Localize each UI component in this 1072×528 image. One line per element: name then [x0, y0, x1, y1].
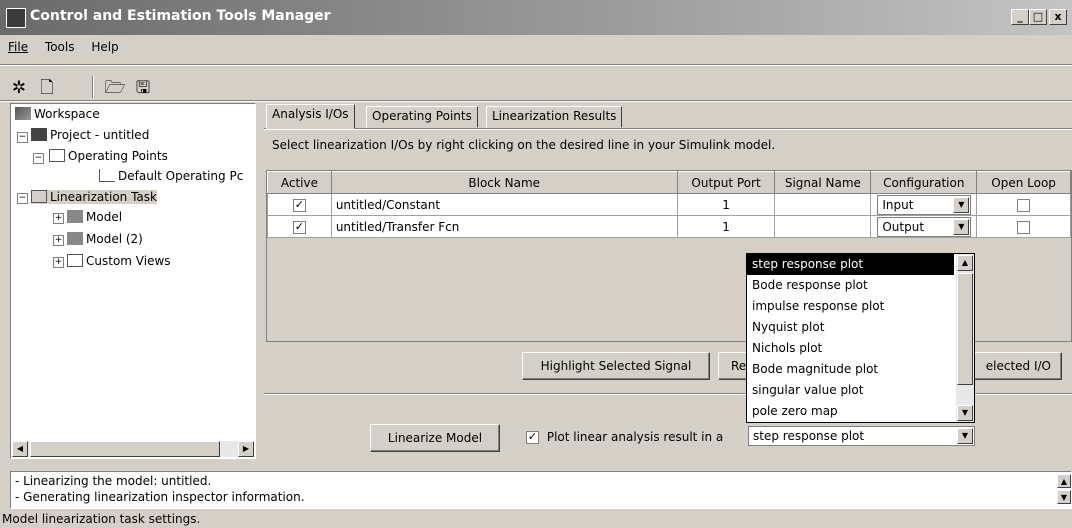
- collapse-icon[interactable]: −: [33, 153, 44, 164]
- tab-analysis-ios[interactable]: Analysis I/Os: [266, 104, 355, 129]
- title-bar: Control and Estimation Tools Manager _ □…: [0, 0, 1072, 35]
- task-icon: [31, 190, 47, 203]
- dropdown-option[interactable]: impulse response plot: [747, 296, 954, 317]
- dropdown-option[interactable]: Bode response plot: [747, 275, 954, 296]
- table-row[interactable]: ✓ untitled/Transfer Fcn 1 Output ▼: [267, 215, 1071, 238]
- tree-item-project[interactable]: Project - untitled: [31, 128, 149, 142]
- menu-file[interactable]: File: [3, 37, 33, 54]
- close-button[interactable]: x: [1049, 9, 1067, 25]
- minimize-button[interactable]: _: [1011, 9, 1029, 25]
- block-name-cell: untitled/Transfer Fcn: [330, 215, 678, 238]
- scroll-thumb[interactable]: [30, 441, 220, 457]
- clipboard-icon: [67, 232, 83, 245]
- configuration-select[interactable]: Input ▼: [877, 195, 972, 215]
- open-icon[interactable]: 🗁: [104, 77, 126, 99]
- col-signal-name: Signal Name: [774, 171, 872, 194]
- log-line: - Generating linearization inspector inf…: [15, 490, 305, 504]
- block-name-cell: untitled/Constant: [330, 193, 678, 216]
- signal-name-cell: [774, 215, 872, 238]
- status-bar: Model linearization task settings.: [2, 512, 201, 526]
- open-loop-checkbox[interactable]: [1017, 220, 1031, 234]
- expand-icon[interactable]: +: [53, 235, 64, 246]
- plot-result-label: Plot linear analysis result in a: [546, 430, 724, 444]
- dropdown-option[interactable]: singular value plot: [747, 380, 954, 401]
- highlight-selected-signal-button[interactable]: Highlight Selected Signal: [522, 352, 710, 380]
- linearize-model-button[interactable]: Linearize Model: [370, 424, 500, 452]
- collapse-icon[interactable]: −: [17, 193, 28, 204]
- tree-item-workspace[interactable]: Workspace: [15, 107, 100, 121]
- active-checkbox[interactable]: ✓: [292, 220, 306, 234]
- scroll-up-icon[interactable]: ▲: [1057, 474, 1071, 488]
- expand-icon[interactable]: +: [53, 257, 64, 268]
- open-loop-checkbox[interactable]: [1017, 198, 1031, 212]
- project-tree[interactable]: Workspace − Project - untitled − Operati…: [10, 103, 256, 459]
- tree-item-default-operating-point[interactable]: Default Operating Pc: [99, 169, 243, 183]
- plot-icon: [99, 169, 115, 182]
- col-open-loop: Open Loop: [976, 171, 1071, 194]
- log-panel[interactable]: - Linearizing the model: untitled. - Gen…: [10, 471, 1072, 509]
- scroll-up-icon[interactable]: ▲: [957, 255, 973, 271]
- maximize-button[interactable]: □: [1029, 9, 1047, 25]
- plot-type-select[interactable]: step response plot ▼: [748, 426, 975, 446]
- scroll-down-icon[interactable]: ▼: [1057, 490, 1071, 504]
- table-row[interactable]: ✓ untitled/Constant 1 Input ▼: [267, 193, 1071, 216]
- col-block-name: Block Name: [330, 171, 678, 194]
- signal-name-cell: [774, 193, 872, 216]
- menu-bar: File Tools Help: [0, 37, 124, 61]
- output-port-cell: 1: [676, 215, 776, 238]
- dropdown-option[interactable]: Nichols plot: [747, 338, 954, 359]
- scroll-down-icon[interactable]: ▼: [957, 405, 973, 421]
- scroll-thumb[interactable]: [957, 273, 973, 385]
- plot-type-dropdown[interactable]: step response plot Bode response plot im…: [746, 253, 975, 423]
- log-line: - Linearizing the model: untitled.: [15, 474, 212, 488]
- chevron-down-icon[interactable]: ▼: [957, 428, 973, 444]
- workspace-icon: [15, 107, 31, 120]
- app-icon: [6, 8, 26, 28]
- toolbar: ✲ 🗋 🗁 🖫: [0, 68, 1072, 102]
- configuration-select[interactable]: Output ▼: [877, 217, 972, 237]
- dropdown-option[interactable]: step response plot: [747, 254, 954, 275]
- save-icon[interactable]: 🖫: [132, 77, 154, 99]
- menu-help[interactable]: Help: [86, 37, 123, 54]
- dropdown-scrollbar[interactable]: ▲ ▼: [956, 254, 974, 422]
- col-output-port: Output Port: [676, 171, 776, 194]
- output-port-cell: 1: [676, 193, 776, 216]
- tree-item-model[interactable]: Model: [67, 210, 122, 224]
- plot-result-checkbox[interactable]: ✓: [526, 431, 539, 444]
- new-task-icon[interactable]: ✲: [8, 77, 30, 99]
- dropdown-option[interactable]: pole zero map: [747, 401, 954, 422]
- tree-horizontal-scrollbar[interactable]: ◀ ▶: [12, 441, 254, 457]
- scroll-right-icon[interactable]: ▶: [238, 441, 254, 457]
- folder-icon: [49, 149, 65, 162]
- chevron-down-icon[interactable]: ▼: [953, 219, 970, 235]
- expand-icon[interactable]: +: [53, 213, 64, 224]
- collapse-icon[interactable]: −: [17, 132, 28, 143]
- plot-result-checkbox-row[interactable]: ✓ Plot linear analysis result in a: [526, 430, 723, 444]
- clipboard-icon: [67, 210, 83, 223]
- active-checkbox[interactable]: ✓: [292, 198, 306, 212]
- window-title: Control and Estimation Tools Manager: [30, 8, 331, 24]
- menu-tools[interactable]: Tools: [40, 37, 80, 54]
- scroll-left-icon[interactable]: ◀: [12, 441, 28, 457]
- project-icon: [31, 128, 47, 141]
- tree-item-linearization-task[interactable]: Linearization Task: [31, 190, 157, 204]
- tab-linearization-results[interactable]: Linearization Results: [486, 106, 623, 128]
- tab-operating-points[interactable]: Operating Points: [366, 106, 478, 128]
- custom-views-icon: [67, 254, 83, 267]
- chevron-down-icon[interactable]: ▼: [953, 197, 970, 213]
- col-configuration: Configuration: [870, 171, 978, 194]
- col-active: Active: [267, 171, 332, 194]
- tree-item-model-2[interactable]: Model (2): [67, 232, 143, 246]
- new-project-icon[interactable]: 🗋: [36, 77, 58, 99]
- toolbar-separator: [92, 76, 94, 98]
- dropdown-option[interactable]: Nyquist plot: [747, 317, 954, 338]
- tree-item-custom-views[interactable]: Custom Views: [67, 254, 171, 268]
- dropdown-option[interactable]: Bode magnitude plot: [747, 359, 954, 380]
- tree-item-operating-points[interactable]: Operating Points: [49, 149, 168, 163]
- instructions-text: Select linearization I/Os by right click…: [272, 138, 776, 152]
